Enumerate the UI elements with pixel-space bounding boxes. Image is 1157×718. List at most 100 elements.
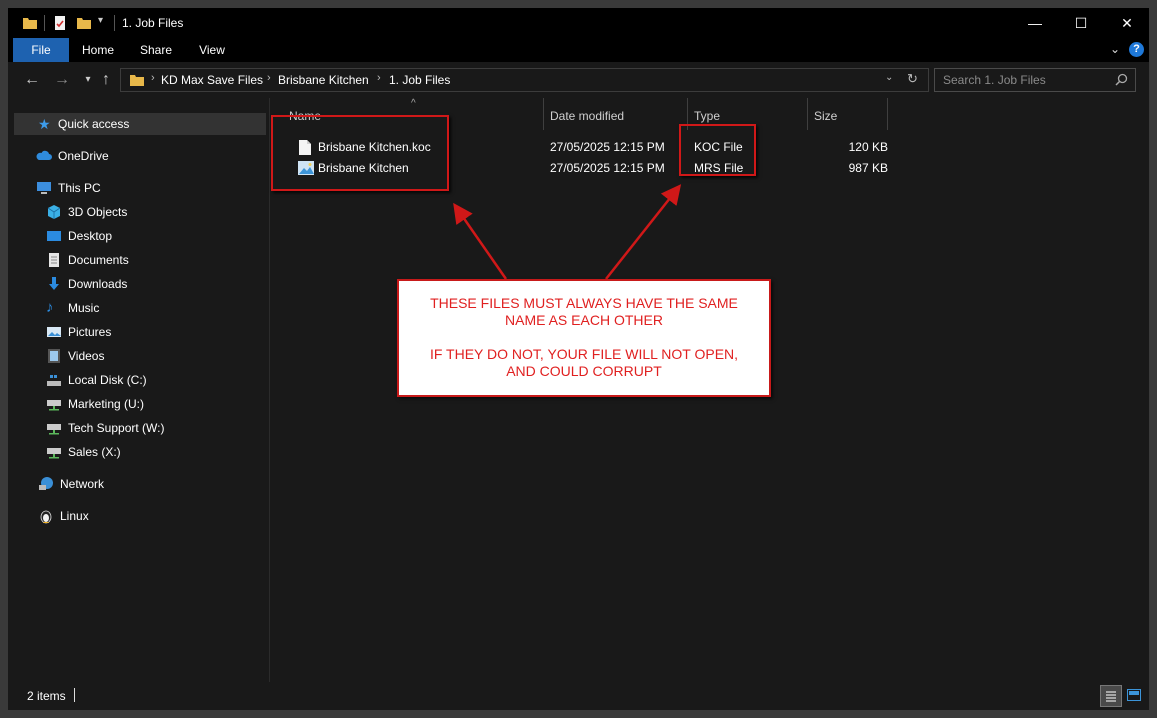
nav-item-label: Marketing (U:) — [68, 397, 145, 411]
nav-item-sales-drive[interactable]: Sales (X:) — [14, 441, 266, 463]
breadcrumb-kd-max-save-files[interactable]: KD Max Save Files — [161, 73, 263, 87]
navigation-pane: ★ Quick access OneDrive This PC 3D Objec… — [8, 98, 270, 682]
column-header-date-modified[interactable]: Date modified — [550, 104, 624, 128]
column-divider[interactable] — [807, 98, 808, 130]
search-icon — [1115, 73, 1128, 86]
highlight-box-file-types — [679, 124, 756, 176]
nav-item-local-disk[interactable]: Local Disk (C:) — [14, 369, 266, 391]
nav-item-label: Music — [68, 301, 100, 315]
nav-item-desktop[interactable]: Desktop — [14, 225, 266, 247]
nav-item-documents[interactable]: Documents — [14, 249, 266, 271]
network-drive-icon — [47, 448, 61, 459]
nav-item-label: Videos — [68, 349, 105, 363]
nav-item-label: Pictures — [68, 325, 112, 339]
nav-item-quick-access[interactable]: ★ Quick access — [14, 113, 266, 135]
nav-item-label: Quick access — [58, 117, 130, 131]
tab-home[interactable]: Home — [76, 38, 120, 62]
sort-ascending-icon: ^ — [411, 98, 416, 109]
customize-quick-access-icon[interactable]: ▾ — [98, 15, 108, 31]
nav-item-linux[interactable]: Linux — [14, 505, 266, 527]
callout-line-3: IF THEY DO NOT, YOUR FILE WILL NOT OPEN, — [429, 346, 739, 362]
properties-icon[interactable] — [52, 15, 68, 31]
nav-item-label: Sales (X:) — [68, 445, 121, 459]
search-placeholder: Search 1. Job Files — [943, 73, 1046, 87]
callout-line-4: AND COULD CORRUPT — [506, 363, 662, 379]
column-divider[interactable] — [887, 98, 888, 130]
nav-item-music[interactable]: ♪ Music — [14, 297, 266, 319]
back-arrow-icon[interactable]: ← — [22, 70, 42, 90]
status-bar: 2 items — [8, 682, 1149, 710]
details-view-icon — [1106, 691, 1116, 702]
nav-item-label: This PC — [58, 181, 101, 195]
maximize-button[interactable]: ☐ — [1058, 8, 1104, 38]
up-arrow-icon[interactable]: ↑ — [96, 70, 116, 90]
item-count: 2 items — [27, 689, 66, 703]
nav-item-videos[interactable]: Videos — [14, 345, 266, 367]
folder-icon[interactable] — [22, 15, 38, 31]
column-header-size[interactable]: Size — [814, 104, 837, 128]
computer-icon — [37, 182, 51, 194]
nav-item-3d-objects[interactable]: 3D Objects — [14, 201, 266, 223]
nav-item-network[interactable]: Network — [14, 473, 266, 495]
nav-item-label: Documents — [68, 253, 129, 267]
nav-item-marketing-drive[interactable]: Marketing (U:) — [14, 393, 266, 415]
search-input[interactable]: Search 1. Job Files — [934, 68, 1136, 92]
file-date-modified: 27/05/2025 12:15 PM — [550, 140, 665, 154]
nav-item-this-pc[interactable]: This PC — [14, 177, 266, 199]
folder-icon — [130, 75, 144, 86]
cloud-icon — [36, 150, 52, 160]
refresh-icon[interactable]: ↻ — [907, 71, 918, 87]
nav-item-label: 3D Objects — [68, 205, 128, 219]
music-note-icon: ♪ — [46, 299, 54, 316]
nav-item-label: Local Disk (C:) — [68, 373, 147, 387]
network-icon — [39, 477, 53, 490]
cube-icon — [47, 205, 61, 219]
nav-item-label: Downloads — [68, 277, 128, 291]
callout-line-1: THESE FILES MUST ALWAYS HAVE THE SAME — [430, 295, 738, 311]
network-drive-icon — [47, 400, 61, 411]
nav-item-label: OneDrive — [58, 149, 109, 163]
documents-icon — [49, 253, 59, 267]
address-dropdown-icon[interactable]: ⌄ — [885, 72, 893, 83]
file-size: 987 KB — [848, 161, 888, 175]
penguin-icon — [40, 510, 52, 524]
chevron-right-icon[interactable]: › — [377, 72, 381, 84]
breadcrumb-brisbane-kitchen[interactable]: Brisbane Kitchen — [278, 73, 369, 87]
tab-view[interactable]: View — [192, 38, 232, 62]
film-icon — [48, 349, 60, 363]
divider — [44, 15, 45, 31]
file-size: 120 KB — [848, 140, 888, 154]
expand-ribbon-icon[interactable]: ⌄ — [1110, 42, 1120, 56]
nav-item-tech-support-drive[interactable]: Tech Support (W:) — [14, 417, 266, 439]
desktop-icon — [47, 231, 61, 241]
chevron-right-icon[interactable]: › — [267, 72, 271, 84]
large-icons-view-icon — [1127, 689, 1141, 701]
nav-item-onedrive[interactable]: OneDrive — [14, 145, 266, 167]
file-date-modified: 27/05/2025 12:15 PM — [550, 161, 665, 175]
large-icons-view-button[interactable] — [1124, 685, 1144, 705]
chevron-right-icon[interactable]: › — [151, 72, 155, 84]
nav-item-downloads[interactable]: Downloads — [14, 273, 266, 295]
breadcrumb-job-files[interactable]: 1. Job Files — [389, 73, 450, 87]
new-folder-icon[interactable] — [76, 15, 92, 31]
ribbon-tabs: File Home Share View ⌄ ? — [8, 38, 1149, 62]
address-bar[interactable]: › KD Max Save Files › Brisbane Kitchen ›… — [120, 68, 929, 92]
details-view-button[interactable] — [1100, 685, 1122, 707]
highlight-box-file-names — [271, 115, 449, 191]
hard-drive-icon — [47, 375, 61, 386]
close-button[interactable]: ✕ — [1104, 8, 1150, 38]
help-icon[interactable]: ? — [1129, 42, 1144, 57]
minimize-button[interactable]: — — [1012, 8, 1058, 38]
nav-item-pictures[interactable]: Pictures — [14, 321, 266, 343]
divider — [114, 15, 115, 31]
tab-share[interactable]: Share — [134, 38, 178, 62]
recent-locations-icon[interactable]: ▾ — [78, 70, 98, 90]
tab-file[interactable]: File — [13, 38, 69, 62]
navigation-bar: ← → ▾ ↑ › KD Max Save Files › Brisbane K… — [8, 62, 1149, 98]
divider — [74, 688, 75, 702]
forward-arrow-icon[interactable]: → — [52, 70, 72, 90]
nav-item-label: Network — [60, 477, 105, 491]
window-title: 1. Job Files — [122, 16, 184, 30]
star-icon: ★ — [38, 116, 51, 132]
column-divider[interactable] — [543, 98, 544, 130]
